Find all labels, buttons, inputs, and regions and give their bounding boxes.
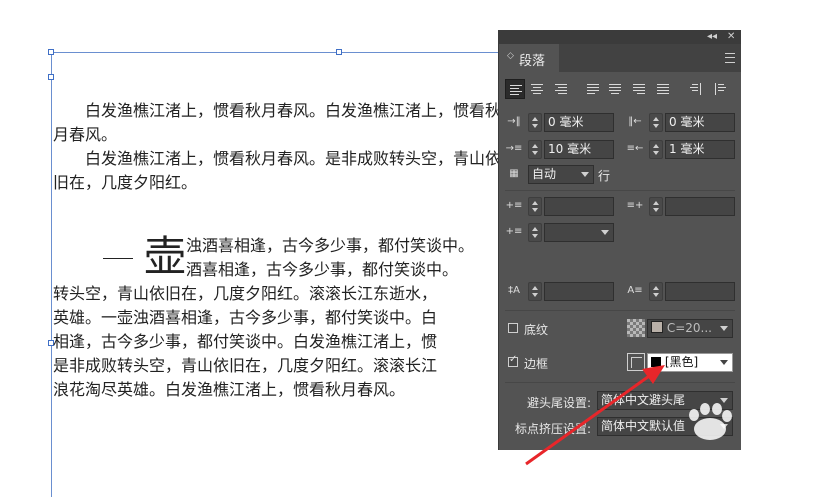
annotation-arrow	[525, 365, 665, 466]
